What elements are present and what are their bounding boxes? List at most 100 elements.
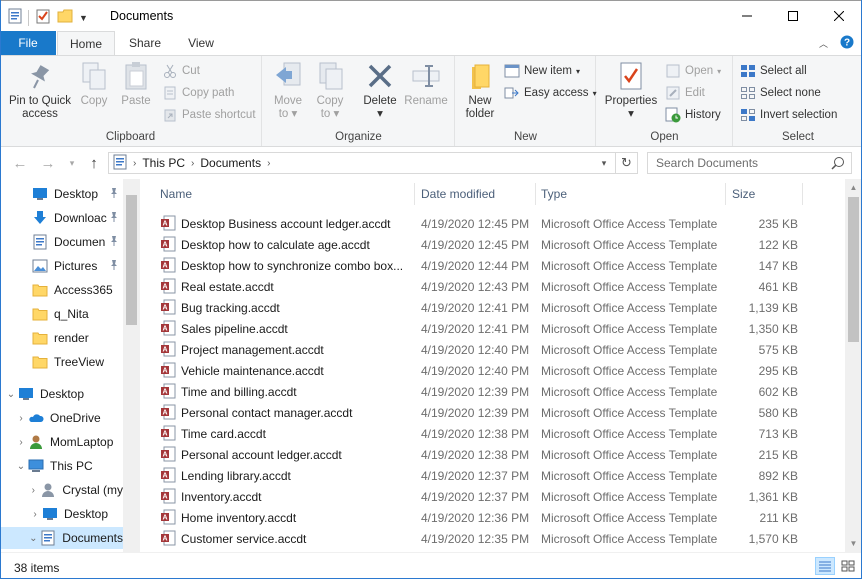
close-button[interactable]	[816, 1, 862, 31]
table-row[interactable]: A Inventory.accdt 4/19/2020 12:37 PM Micros…	[154, 486, 802, 507]
invert-selection-button[interactable]: Invert selection	[740, 105, 837, 125]
nav-item-quick-downloads[interactable]: Downloac	[0, 207, 123, 229]
nav-item-quick-treeview[interactable]: TreeView	[0, 351, 123, 373]
nav-pane-scroll-thumb[interactable]	[126, 195, 137, 325]
table-row[interactable]: A Personal account ledger.accdt 4/19/2020 …	[154, 444, 802, 465]
breadcrumb-chevron-icon[interactable]: ›	[191, 158, 194, 169]
select-all-button[interactable]: Select all	[740, 61, 807, 81]
tab-home[interactable]: Home	[57, 31, 115, 55]
table-row[interactable]: A Vehicle maintenance.accdt 4/19/2020 12:4…	[154, 360, 802, 381]
move-to-button[interactable]: Move to ▾	[269, 60, 307, 121]
pin-icon[interactable]	[109, 259, 119, 274]
tab-file[interactable]: File	[0, 31, 56, 55]
table-row[interactable]: A Real estate.accdt 4/19/2020 12:43 PM Micr…	[154, 276, 802, 297]
new-item-button[interactable]: New item ▾	[504, 61, 580, 81]
nav-item-quick-render[interactable]: render	[0, 327, 123, 349]
new-folder-qat-icon[interactable]	[57, 8, 73, 27]
forward-arrow-icon[interactable]: →	[38, 153, 58, 173]
search-input[interactable]: Search Documents	[647, 152, 852, 174]
nav-item-quick-desktop[interactable]: Desktop	[0, 183, 123, 205]
history-button[interactable]: History	[665, 105, 721, 125]
maximize-button[interactable]	[770, 1, 816, 31]
large-icons-view-button[interactable]	[838, 557, 858, 575]
table-row[interactable]: A Desktop how to calculate age.accdt 4/19/…	[154, 234, 802, 255]
nav-item-quick-q-nita[interactable]: q_Nita	[0, 303, 123, 325]
address-dropdown-icon[interactable]: ▾	[595, 153, 613, 173]
chevron-down-icon[interactable]: ⌄	[4, 389, 18, 400]
delete-button[interactable]: Delete ▾	[359, 60, 401, 121]
table-row[interactable]: A Desktop how to synchronize combo box...…	[154, 255, 802, 276]
chevron-right-icon[interactable]: ›	[14, 437, 28, 448]
table-row[interactable]: A Time and billing.accdt 4/19/2020 12:39 P…	[154, 381, 802, 402]
file-list-scrollbar[interactable]: ▲ ▼	[845, 179, 862, 552]
nav-item-documents-selected[interactable]: ⌄ Documents	[0, 527, 123, 549]
customize-qat-icon[interactable]: ▼	[79, 13, 88, 23]
nav-item-quick-access365[interactable]: Access365	[0, 279, 123, 301]
address-bar[interactable]: › This PC › Documents › ▾ ↻	[108, 152, 638, 174]
pin-icon[interactable]	[109, 235, 119, 250]
chevron-right-icon[interactable]: ›	[14, 413, 28, 424]
paste-button[interactable]: Paste	[116, 60, 156, 108]
chevron-down-icon[interactable]: ⌄	[26, 533, 40, 544]
help-icon[interactable]: ?	[840, 35, 854, 52]
paste-shortcut-button[interactable]: Paste shortcut	[162, 105, 256, 125]
pin-to-quick-access-button[interactable]: Pin to Quick access	[4, 60, 76, 121]
breadcrumb-chevron-icon[interactable]: ›	[133, 158, 136, 169]
nav-item-quick-documents[interactable]: Documen	[0, 231, 123, 253]
breadcrumb-this-pc[interactable]: This PC	[142, 156, 185, 170]
collapse-ribbon-icon[interactable]: ︿	[819, 37, 828, 50]
copy-to-button[interactable]: Copy to ▾	[311, 60, 349, 121]
nav-pane-scrollbar[interactable]	[123, 179, 140, 552]
column-header-date-modified[interactable]: Date modified	[415, 179, 535, 209]
nav-item-desktop-pc[interactable]: › Desktop	[0, 503, 123, 525]
nav-item-momlaptop[interactable]: › MomLaptop	[0, 431, 123, 453]
details-view-button[interactable]	[815, 557, 835, 575]
nav-item-this-pc[interactable]: ⌄ This PC	[0, 455, 123, 477]
table-row[interactable]: A Personal contact manager.accdt 4/19/2020…	[154, 402, 802, 423]
edit-button[interactable]: Edit	[665, 83, 705, 103]
table-row[interactable]: A Time card.accdt 4/19/2020 12:38 PM Micros…	[154, 423, 802, 444]
properties-qat-icon[interactable]	[35, 8, 51, 27]
pin-icon[interactable]	[109, 187, 119, 202]
tab-view[interactable]: View	[174, 31, 228, 55]
cut-button[interactable]: Cut	[162, 61, 200, 81]
chevron-right-icon[interactable]: ›	[28, 509, 42, 520]
back-arrow-icon[interactable]: ←	[10, 153, 30, 173]
table-row[interactable]: A Sales pipeline.accdt 4/19/2020 12:41 PM M…	[154, 318, 802, 339]
explorer-app-icon[interactable]	[8, 8, 22, 27]
rename-button[interactable]: Rename	[403, 60, 449, 108]
open-button[interactable]: Open ▾	[665, 61, 721, 81]
table-row[interactable]: A Desktop Business account ledger.accdt 4/…	[154, 213, 802, 234]
nav-item-crystal[interactable]: › Crystal (my	[0, 479, 123, 501]
table-row[interactable]: A Home inventory.accdt 4/19/2020 12:36 PM M…	[154, 507, 802, 528]
easy-access-button[interactable]: Easy access ▾	[504, 83, 597, 103]
tab-share[interactable]: Share	[118, 31, 172, 55]
chevron-right-icon[interactable]: ›	[26, 485, 40, 496]
pin-icon[interactable]	[109, 211, 119, 226]
nav-item-quick-pictures[interactable]: Pictures	[0, 255, 123, 277]
refresh-icon[interactable]: ↻	[615, 153, 637, 173]
scroll-down-arrow-icon[interactable]: ▼	[845, 535, 862, 552]
copy-path-button[interactable]: Copy path	[162, 83, 234, 103]
column-header-size[interactable]: Size	[726, 179, 802, 209]
column-header-name[interactable]: Name	[154, 179, 414, 209]
recent-locations-chevron-icon[interactable]: ▾	[62, 153, 82, 173]
copy-button[interactable]: Copy	[76, 60, 112, 108]
breadcrumb-chevron-icon[interactable]: ›	[267, 158, 270, 169]
scroll-up-arrow-icon[interactable]: ▲	[845, 179, 862, 196]
minimize-button[interactable]	[724, 1, 770, 31]
table-row[interactable]: A Project management.accdt 4/19/2020 12:40…	[154, 339, 802, 360]
up-arrow-icon[interactable]: ↑	[84, 153, 104, 173]
table-row[interactable]: A Bug tracking.accdt 4/19/2020 12:41 PM Mic…	[154, 297, 802, 318]
properties-button[interactable]: Properties ▾	[601, 60, 661, 121]
column-header-type[interactable]: Type	[535, 179, 725, 209]
select-none-button[interactable]: Select none	[740, 83, 821, 103]
new-folder-button[interactable]: New folder	[460, 60, 500, 121]
file-list-scroll-thumb[interactable]	[848, 197, 859, 342]
breadcrumb-documents[interactable]: Documents	[200, 156, 261, 170]
nav-item-desktop-root[interactable]: ⌄ Desktop	[0, 383, 123, 405]
nav-item-onedrive[interactable]: › OneDrive	[0, 407, 123, 429]
chevron-down-icon[interactable]: ⌄	[14, 461, 28, 472]
table-row[interactable]: A Lending library.accdt 4/19/2020 12:37 PM…	[154, 465, 802, 486]
table-row[interactable]: A Customer service.accdt 4/19/2020 12:35 P…	[154, 528, 802, 549]
